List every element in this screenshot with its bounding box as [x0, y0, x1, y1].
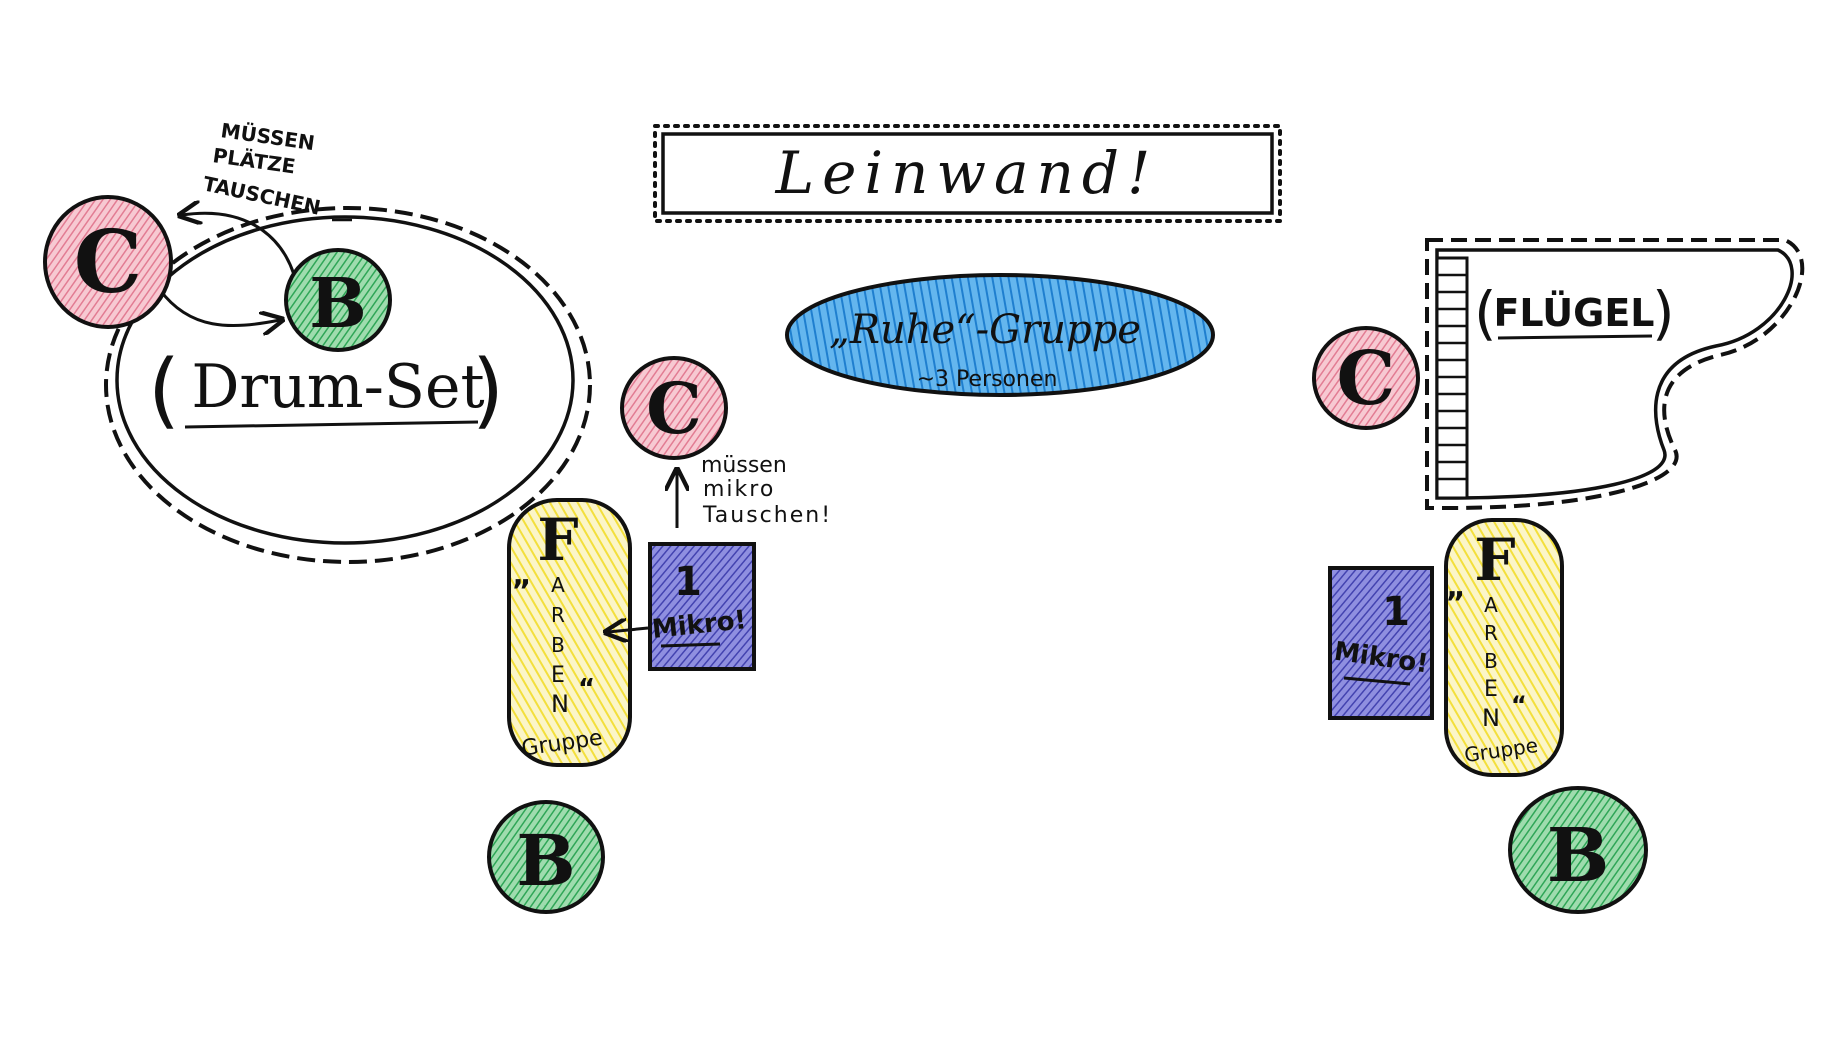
svg-text:1: 1 [1382, 589, 1410, 635]
mic-box-right: 1 Mikro! [1328, 566, 1434, 720]
svg-text:C: C [1337, 336, 1396, 422]
swap-note-line-3: TAUSCHEN [201, 171, 323, 219]
mic-swap-note: müssen mikro Tauschen! [677, 453, 832, 528]
svg-text:B: B [309, 264, 366, 344]
screen-banner: Leinwand! [653, 124, 1282, 223]
svg-text:F: F [1474, 526, 1515, 594]
b-marker-drum: B [284, 248, 392, 352]
svg-text:C: C [74, 212, 142, 313]
svg-text:B: B [516, 819, 575, 902]
drum-label-underline [184, 420, 479, 429]
drum-open-paren: ( [148, 343, 180, 438]
piano-label: FLÜGEL [1493, 291, 1654, 335]
piano-close-paren: ) [1652, 279, 1675, 347]
mic-note-line-2: mikro [703, 477, 775, 502]
svg-text:“: “ [1511, 691, 1527, 719]
ruhe-label: „Ruhe“-Gruppe [829, 307, 1141, 353]
mic-note-line-3: Tauschen! [702, 503, 832, 528]
svg-text:E: E [551, 663, 565, 688]
drum-label: Drum-Set [191, 352, 484, 422]
svg-text:B: B [1484, 649, 1498, 673]
svg-text:R: R [1484, 621, 1498, 645]
svg-text:C: C [646, 367, 702, 450]
svg-text:A: A [551, 573, 565, 597]
c-marker-drum: C [43, 195, 173, 329]
svg-text:„: „ [512, 558, 532, 593]
svg-text:1: 1 [674, 559, 702, 605]
grand-piano: ( FLÜGEL ) [1425, 238, 1805, 510]
c-marker-piano: C [1312, 326, 1420, 430]
svg-text:N: N [1482, 704, 1500, 732]
swap-arrow-bottom [158, 289, 280, 326]
ruhe-group: „Ruhe“-Gruppe ~3 Personen [785, 273, 1215, 397]
svg-text:R: R [551, 603, 565, 627]
svg-text:N: N [551, 690, 569, 718]
mic-note-line-1: müssen [701, 453, 787, 478]
svg-text:F: F [537, 506, 578, 574]
svg-text:“: “ [578, 674, 595, 704]
stage-plan: Leinwand! ( Drum-Set ) MÜSSEN PLÄTZE TAU… [0, 0, 1840, 1035]
svg-text:B: B [1547, 813, 1610, 899]
svg-text:„: „ [1446, 570, 1466, 605]
drum-close-paren: ) [472, 343, 504, 438]
svg-text:A: A [1484, 593, 1498, 617]
farben-group-right: „ F A R B E N “ Gruppe [1444, 518, 1564, 777]
c-marker-center: C [620, 356, 728, 460]
ruhe-sub: ~3 Personen [917, 367, 1058, 392]
svg-text:B: B [551, 633, 565, 657]
b-marker-right-bottom: B [1508, 786, 1648, 914]
screen-title: Leinwand! [775, 139, 1159, 207]
b-marker-left-bottom: B [487, 800, 605, 914]
stage-diagram: Leinwand! ( Drum-Set ) MÜSSEN PLÄTZE TAU… [43, 118, 1805, 914]
svg-text:E: E [1484, 677, 1498, 702]
